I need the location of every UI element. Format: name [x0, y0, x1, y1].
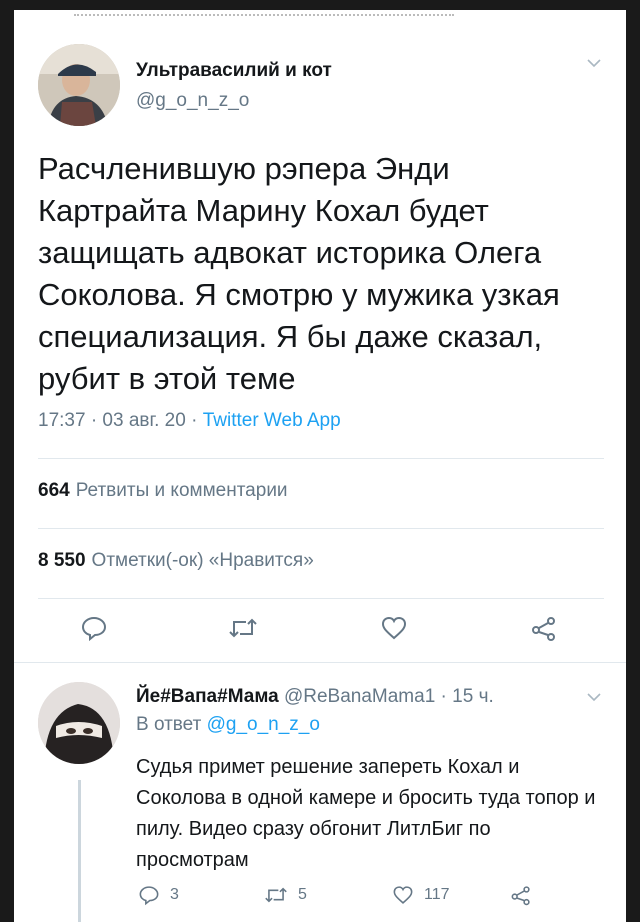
retweets-label: Ретвиты и комментарии: [75, 480, 288, 501]
divider: [38, 598, 604, 599]
likes-stat[interactable]: 8 550 Отметки(-ок) «Нравится»: [38, 550, 314, 572]
author-avatar[interactable]: [38, 44, 120, 126]
likes-label: Отметки(-ок) «Нравится»: [91, 550, 314, 571]
tweet-text: Расчленившую рэпера Энди Картрайта Марин…: [38, 151, 560, 396]
like-count: 117: [424, 886, 450, 903]
reply-retweet-action[interactable]: 5: [264, 884, 307, 906]
reply-text: Судья примет решение запереть Кохал и Со…: [136, 756, 596, 871]
reply-to-label: В ответ: [136, 714, 202, 735]
reply-count: 3: [170, 886, 179, 903]
like-icon[interactable]: [392, 884, 414, 906]
chevron-down-icon[interactable]: [586, 56, 602, 74]
reply-author-handle[interactable]: @ReBanaMama1 · 15 ч.: [284, 686, 494, 707]
reply-reply-action[interactable]: 3: [138, 884, 179, 906]
reply-share-action[interactable]: [510, 884, 532, 906]
reply-icon[interactable]: [80, 614, 108, 642]
retweet-icon[interactable]: [228, 614, 258, 642]
reply-author-avatar[interactable]: [38, 682, 120, 764]
like-icon[interactable]: [380, 614, 408, 642]
share-icon[interactable]: [530, 614, 558, 642]
retweets-stat[interactable]: 664 Ретвиты и комментарии: [38, 480, 288, 502]
reply-to: В ответ @g_o_n_z_o: [136, 714, 320, 736]
chevron-down-icon[interactable]: [586, 690, 602, 708]
divider: [38, 528, 604, 529]
tweet-source[interactable]: Twitter Web App: [203, 410, 341, 431]
likes-count: 8 550: [38, 550, 86, 571]
previous-tweet-edge: [74, 10, 454, 16]
reply-icon[interactable]: [138, 884, 160, 906]
reply-like-action[interactable]: 117: [392, 884, 450, 906]
reply-to-user[interactable]: @g_o_n_z_o: [207, 714, 320, 735]
tweet-time[interactable]: 17:37 · 03 авг. 20 ·: [38, 410, 197, 431]
reply-author-name[interactable]: Йе#Вапа#Мама: [136, 686, 279, 707]
tweet-meta: 17:37 · 03 авг. 20 · Twitter Web App: [38, 410, 341, 432]
author-handle[interactable]: @g_o_n_z_o: [136, 90, 249, 112]
reply-header: Йе#Вапа#Мама @ReBanaMama1 · 15 ч.: [136, 686, 494, 708]
retweet-icon[interactable]: [264, 884, 288, 906]
author-name[interactable]: Ультравасилий и кот: [136, 60, 332, 82]
share-icon[interactable]: [510, 884, 532, 906]
retweets-count: 664: [38, 480, 70, 501]
divider: [14, 662, 626, 663]
retweet-count: 5: [298, 886, 307, 903]
divider: [38, 458, 604, 459]
tweet-card: Ультравасилий и кот @g_o_n_z_o Расчленив…: [14, 10, 626, 922]
thread-line: [78, 780, 81, 922]
